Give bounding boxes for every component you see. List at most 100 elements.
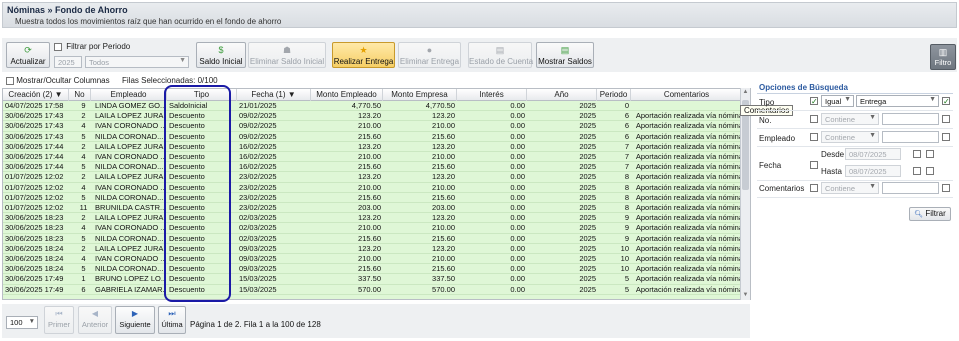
table-cell: 7 bbox=[624, 152, 629, 161]
comentarios-include-checkbox[interactable] bbox=[942, 184, 950, 192]
table-row[interactable]: 30/06/2025 17:44 4 IVAN CORONADO ... Descue… bbox=[3, 152, 750, 163]
mostrar-saldos-button[interactable]: ▤ Mostrar Saldos bbox=[536, 42, 594, 68]
filtrar-button[interactable]: 🔍︎ Filtrar bbox=[909, 207, 951, 221]
period-select[interactable]: Todos ▼ bbox=[85, 56, 189, 68]
table-cell: 337.50 bbox=[358, 274, 381, 284]
table-cell: 2025 bbox=[579, 254, 596, 263]
tipo-operator-select[interactable]: Igual ▼ bbox=[821, 95, 854, 107]
realizar-entrega-button[interactable]: ★ Realizar Entrega bbox=[332, 42, 395, 68]
page-size-select[interactable]: 100 ▼ bbox=[6, 316, 38, 329]
column-header[interactable]: Monto Empresa bbox=[383, 89, 457, 101]
saldo-inicial-button[interactable]: $ Saldo Inicial bbox=[196, 42, 246, 68]
toggle-columns-checkbox[interactable] bbox=[6, 76, 14, 85]
no-checkbox[interactable] bbox=[810, 115, 818, 123]
table-cell: 30/06/2025 17:49 bbox=[5, 284, 64, 294]
prev-page-button[interactable]: ◀ Anterior bbox=[78, 306, 112, 334]
scroll-down-icon[interactable]: ▼ bbox=[742, 292, 749, 299]
table-row[interactable]: 01/07/2025 12:02 2 LAILA LOPEZ JURA... Desc… bbox=[3, 172, 750, 183]
table-row[interactable]: 30/06/2025 18:23 5 NILDA CORONAD... Descuen… bbox=[3, 234, 750, 244]
tipo-include-checkbox[interactable] bbox=[942, 97, 950, 105]
search-icon: 🔍︎ bbox=[914, 211, 924, 218]
empleado-include-checkbox[interactable] bbox=[942, 133, 950, 141]
desde-date-field[interactable]: 08/07/2025 bbox=[845, 148, 901, 160]
tipo-checkbox[interactable] bbox=[810, 97, 818, 105]
empleado-checkbox[interactable] bbox=[810, 133, 818, 141]
table-row[interactable]: 01/07/2025 12:02 4 IVAN CORONADO ... Descue… bbox=[3, 183, 750, 193]
column-header[interactable]: No bbox=[69, 89, 91, 101]
table-cell: Aportación realizada vía nómina bbox=[635, 264, 743, 274]
table-row[interactable]: 04/07/2025 17:58 9 LINDA GOMEZ GO... SaldoI… bbox=[3, 101, 750, 112]
column-header[interactable]: Empleado bbox=[91, 89, 167, 101]
search-row-divider bbox=[757, 197, 953, 198]
table-row[interactable]: 01/07/2025 12:02 5 NILDA CORONAD... Descuen… bbox=[3, 193, 750, 203]
table-cell: 30/06/2025 18:24 bbox=[5, 264, 64, 274]
table-cell: Descuento bbox=[169, 203, 205, 212]
filtro-button[interactable]: ▥ Filtro bbox=[930, 44, 956, 70]
comentarios-input[interactable] bbox=[882, 182, 939, 194]
table-cell: 10 bbox=[620, 243, 629, 253]
table-cell: Descuento bbox=[169, 284, 205, 294]
fecha-checkbox[interactable] bbox=[810, 161, 818, 169]
column-header[interactable]: Año bbox=[527, 89, 597, 101]
no-input[interactable] bbox=[882, 113, 939, 125]
comentarios-operator-select[interactable]: Contiene ▼ bbox=[821, 182, 879, 194]
table-row[interactable]: 30/06/2025 17:43 5 NILDA CORONAD... Descuen… bbox=[3, 132, 750, 142]
hasta-enable-checkbox[interactable] bbox=[926, 167, 934, 175]
hasta-date-field[interactable]: 08/07/2025 bbox=[845, 165, 901, 177]
table-row[interactable]: 30/06/2025 18:24 5 NILDA CORONAD... Descuen… bbox=[3, 264, 750, 275]
table-cell: 23/02/2025 bbox=[239, 172, 277, 182]
next-page-button[interactable]: ▶ Siguiente bbox=[115, 306, 155, 334]
refresh-button[interactable]: ⟳ Actualizar bbox=[6, 42, 50, 68]
eliminar-entrega-button[interactable]: ● Eliminar Entrega bbox=[398, 42, 461, 68]
column-header[interactable]: Interés bbox=[457, 89, 527, 101]
table-row[interactable]: 30/06/2025 17:49 6 GABRIELA IZAMAR... Descu… bbox=[3, 285, 750, 295]
desde-enable-checkbox[interactable] bbox=[926, 150, 934, 158]
table-cell: Descuento bbox=[169, 182, 205, 192]
scroll-up-icon[interactable]: ▲ bbox=[742, 89, 749, 96]
table-row[interactable]: 30/06/2025 18:24 4 IVAN CORONADO ... Descue… bbox=[3, 254, 750, 265]
table-cell: 4,770.50 bbox=[425, 101, 455, 110]
first-page-button[interactable]: ⏮ Primer bbox=[44, 306, 74, 334]
grid-vertical-scrollbar[interactable]: ▲ ▼ bbox=[740, 88, 750, 300]
table-row[interactable]: 30/06/2025 18:23 2 LAILA LOPEZ JURA... Desc… bbox=[3, 213, 750, 224]
tipo-value-select[interactable]: Entrega ▼ bbox=[856, 95, 939, 107]
table-cell: Aportación realizada vía nómina bbox=[635, 223, 743, 233]
table-cell bbox=[631, 101, 743, 111]
table-row[interactable]: 30/06/2025 17:44 2 LAILA LOPEZ JURA... Desc… bbox=[3, 142, 750, 152]
table-cell: 11 bbox=[79, 203, 88, 212]
table-row[interactable]: 30/06/2025 17:43 4 IVAN CORONADO ... Descue… bbox=[3, 121, 750, 132]
table-cell: Descuento bbox=[169, 111, 205, 121]
column-header[interactable]: Tipo bbox=[167, 89, 237, 101]
eliminar-saldo-inicial-button[interactable]: ☗ Eliminar Saldo Inicial bbox=[248, 42, 326, 68]
no-operator-select[interactable]: Contiene ▼ bbox=[821, 113, 879, 125]
table-row[interactable]: 30/06/2025 17:43 2 LAILA LOPEZ JURA... Desc… bbox=[3, 111, 750, 122]
table-row[interactable]: 01/07/2025 12:02 11 BRUNILDA CASTR... Descu… bbox=[3, 203, 750, 214]
table-row[interactable]: 30/06/2025 18:24 2 LAILA LOPEZ JURA... Desc… bbox=[3, 244, 750, 254]
table-row[interactable]: 30/06/2025 17:49 1 BRUNO LOPEZ LO... Descue… bbox=[3, 274, 750, 285]
table-cell: 123.20 bbox=[432, 111, 455, 121]
table-cell: Aportación realizada vía nómina bbox=[635, 192, 743, 202]
table-row[interactable]: 30/06/2025 18:23 4 IVAN CORONADO ... Descue… bbox=[3, 223, 750, 234]
table-cell: NILDA CORONAD... bbox=[95, 233, 164, 243]
empleado-operator-select[interactable]: Contiene ▼ bbox=[821, 131, 879, 143]
column-header[interactable]: Comentarios bbox=[631, 89, 743, 101]
estado-cuenta-button[interactable]: ▤ Estado de Cuenta bbox=[468, 42, 533, 68]
table-cell: Aportación realizada vía nómina bbox=[635, 233, 743, 243]
toggle-columns-control[interactable]: Mostrar/Ocultar Columnas bbox=[6, 76, 110, 85]
hasta-checkbox[interactable] bbox=[913, 167, 921, 175]
table-cell: 337.50 bbox=[432, 274, 455, 284]
comentarios-checkbox[interactable] bbox=[810, 184, 818, 192]
no-include-checkbox[interactable] bbox=[942, 115, 950, 123]
table-cell: 0.00 bbox=[510, 284, 525, 294]
column-header[interactable]: Periodo bbox=[597, 89, 631, 101]
column-header[interactable]: Monto Empleado bbox=[311, 89, 383, 101]
column-header[interactable]: Creación (2) ▼ bbox=[3, 89, 69, 101]
desde-checkbox[interactable] bbox=[913, 150, 921, 158]
last-page-button[interactable]: ⏭ Última bbox=[158, 306, 186, 334]
table-row[interactable]: 30/06/2025 17:44 5 NILDA CORONAD... Descuen… bbox=[3, 162, 750, 173]
year-select[interactable]: 2025 bbox=[54, 56, 82, 68]
column-header[interactable]: Fecha (1) ▼ bbox=[237, 89, 311, 101]
empleado-input[interactable] bbox=[882, 131, 939, 143]
table-cell: 215.60 bbox=[358, 233, 381, 243]
filter-period-checkbox[interactable] bbox=[54, 42, 62, 51]
